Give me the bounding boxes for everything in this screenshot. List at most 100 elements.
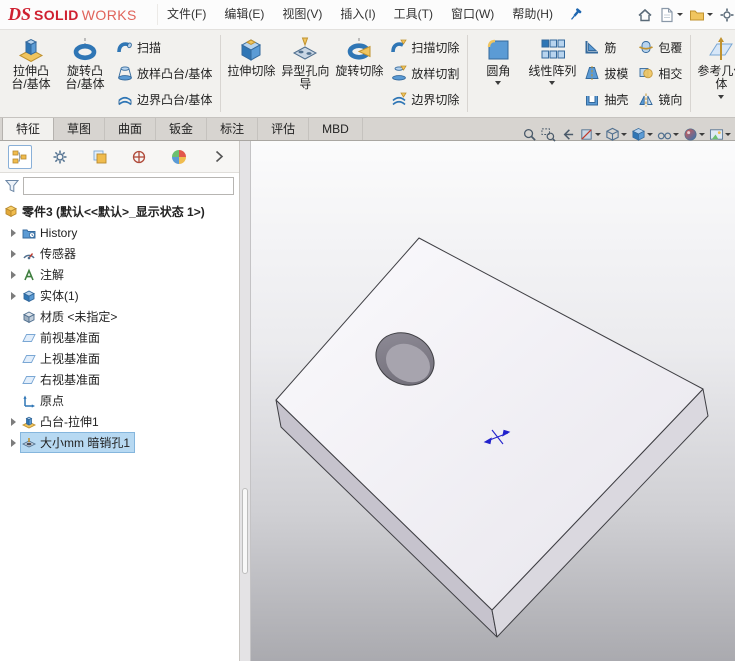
swept-boss-button[interactable]: 扫描 xyxy=(113,37,216,58)
view-orientation-button[interactable] xyxy=(604,126,628,143)
zoom-fit-icon xyxy=(523,128,536,141)
expand-arrow-icon[interactable] xyxy=(8,226,21,239)
reference-geometry-button[interactable]: 参考几何体 xyxy=(694,32,735,115)
lofted-boss-button[interactable]: 放样凸台/基体 xyxy=(113,63,216,84)
tree-item-solid-bodies[interactable]: 实体(1) xyxy=(0,285,239,306)
apply-scene-button[interactable] xyxy=(708,126,732,143)
menu-tools[interactable]: 工具(T) xyxy=(385,0,442,29)
panel-expand-button[interactable] xyxy=(207,145,231,169)
options-button[interactable] xyxy=(718,5,735,25)
expand-arrow-icon[interactable] xyxy=(8,289,21,302)
new-document-button[interactable] xyxy=(658,5,684,25)
lofted-cut-icon xyxy=(392,66,408,81)
tab-surfaces[interactable]: 曲面 xyxy=(105,118,157,140)
edit-appearance-button[interactable] xyxy=(682,126,706,143)
graphics-viewport[interactable] xyxy=(251,141,735,661)
pin-menu-button[interactable] xyxy=(566,5,586,25)
configuration-manager-tab[interactable] xyxy=(88,145,112,169)
open-document-button[interactable] xyxy=(688,5,714,25)
tree-item-front-plane[interactable]: 前视基准面 xyxy=(0,327,239,348)
extrude-boss-icon xyxy=(18,38,44,62)
display-style-button[interactable] xyxy=(630,126,654,143)
tab-sketch[interactable]: 草图 xyxy=(54,118,106,140)
splitter-handle[interactable] xyxy=(242,488,248,574)
tree-item-sensors[interactable]: 传感器 xyxy=(0,243,239,264)
tree-item-origin[interactable]: 原点 xyxy=(0,390,239,411)
menu-view[interactable]: 视图(V) xyxy=(273,0,331,29)
open-folder-icon xyxy=(690,10,704,20)
dropdown-caret-icon[interactable] xyxy=(495,81,502,86)
dropdown-caret-icon[interactable] xyxy=(549,81,556,86)
menu-file[interactable]: 文件(F) xyxy=(158,0,215,29)
expand-arrow-icon[interactable] xyxy=(8,415,21,428)
zoom-fit-button[interactable] xyxy=(521,126,538,143)
expand-arrow-icon[interactable] xyxy=(8,436,21,449)
fillet-button[interactable]: 圆角 xyxy=(471,32,525,115)
tree-item-right-plane[interactable]: 右视基准面 xyxy=(0,369,239,390)
tab-evaluate[interactable]: 评估 xyxy=(258,118,310,140)
expand-arrow-icon[interactable] xyxy=(8,247,21,260)
menu-edit[interactable]: 编辑(E) xyxy=(215,0,273,29)
mirror-button[interactable]: 镜向 xyxy=(634,89,686,110)
tree-item-dowel-hole1[interactable]: 大小mm 暗销孔1 xyxy=(0,432,239,453)
dropdown-caret-icon[interactable] xyxy=(677,13,683,16)
boundary-cut-button[interactable]: 边界切除 xyxy=(387,89,463,110)
panel-splitter[interactable] xyxy=(240,141,251,661)
hole-wizard-button[interactable]: 异型孔向导 xyxy=(278,32,332,115)
menu-help[interactable]: 帮助(H) xyxy=(503,0,562,29)
dropdown-caret-icon[interactable] xyxy=(621,133,627,136)
dropdown-caret-icon[interactable] xyxy=(673,133,679,136)
display-manager-tab[interactable] xyxy=(167,145,191,169)
section-view-button[interactable] xyxy=(578,126,602,143)
tree-item-boss-extrude1[interactable]: 凸台-拉伸1 xyxy=(0,411,239,432)
zoom-area-button[interactable] xyxy=(540,126,557,143)
draft-button[interactable]: 拔模 xyxy=(580,63,632,84)
home-button[interactable] xyxy=(636,5,654,25)
dropdown-caret-icon[interactable] xyxy=(718,94,725,99)
tree-item-annotations[interactable]: 注解 xyxy=(0,264,239,285)
tree-item-history[interactable]: History xyxy=(0,222,239,243)
button-label: 拔模 xyxy=(604,66,629,81)
annotation-a-icon xyxy=(24,267,34,280)
configuration-manager-icon xyxy=(93,150,107,163)
previous-view-button[interactable] xyxy=(559,126,576,143)
boss-small-buttons: 扫描 放样凸台/基体 边界凸台/基体 xyxy=(112,32,217,115)
boundary-boss-button[interactable]: 边界凸台/基体 xyxy=(113,89,216,110)
expand-arrow-icon[interactable] xyxy=(8,268,21,281)
tab-features[interactable]: 特征 xyxy=(2,118,55,140)
dropdown-caret-icon[interactable] xyxy=(725,133,731,136)
revolve-boss-button[interactable]: 旋转凸台/基体 xyxy=(58,32,112,115)
reference-geometry-icon xyxy=(709,37,734,60)
revolve-cut-button[interactable]: 旋转切除 xyxy=(332,32,386,115)
intersect-button[interactable]: 相交 xyxy=(634,63,686,84)
extrude-cut-button[interactable]: 拉伸切除 xyxy=(224,32,278,115)
tree-root-part[interactable]: 零件3 (默认<<默认>_显示状态 1>) xyxy=(0,200,239,222)
linear-pattern-button[interactable]: 线性阵列 xyxy=(525,32,579,115)
tree-item-top-plane[interactable]: 上视基准面 xyxy=(0,348,239,369)
lofted-cut-button[interactable]: 放样切割 xyxy=(387,63,463,84)
dropdown-caret-icon[interactable] xyxy=(699,133,705,136)
button-label: 旋转切除 xyxy=(335,64,384,78)
tab-markup[interactable]: 标注 xyxy=(207,118,259,140)
swept-cut-button[interactable]: 扫描切除 xyxy=(387,37,463,58)
feature-manager-panel: 零件3 (默认<<默认>_显示状态 1>) History 传感器 注解 实体( xyxy=(0,141,240,661)
extrude-boss-button[interactable]: 拉伸凸台/基体 xyxy=(4,32,58,115)
feature-manager-tab[interactable] xyxy=(8,144,32,169)
property-manager-tab[interactable] xyxy=(48,145,72,169)
rib-button[interactable]: 筋 xyxy=(580,37,632,58)
hide-show-items-button[interactable] xyxy=(656,126,680,143)
menu-insert[interactable]: 插入(I) xyxy=(331,0,384,29)
dropdown-caret-icon[interactable] xyxy=(707,13,713,16)
shell-button[interactable]: 抽壳 xyxy=(580,89,632,110)
tab-sheet-metal[interactable]: 钣金 xyxy=(156,118,208,140)
dropdown-caret-icon[interactable] xyxy=(647,133,653,136)
dimxpert-manager-tab[interactable] xyxy=(127,145,151,169)
tree-item-material[interactable]: 材质 <未指定> xyxy=(0,306,239,327)
part-model-plate-with-hole[interactable] xyxy=(251,141,735,661)
menu-window[interactable]: 窗口(W) xyxy=(442,0,503,29)
tree-filter-input[interactable] xyxy=(23,177,234,195)
tab-mbd[interactable]: MBD xyxy=(309,118,363,140)
wrap-button[interactable]: 包覆 xyxy=(634,37,686,58)
dropdown-caret-icon[interactable] xyxy=(595,133,601,136)
